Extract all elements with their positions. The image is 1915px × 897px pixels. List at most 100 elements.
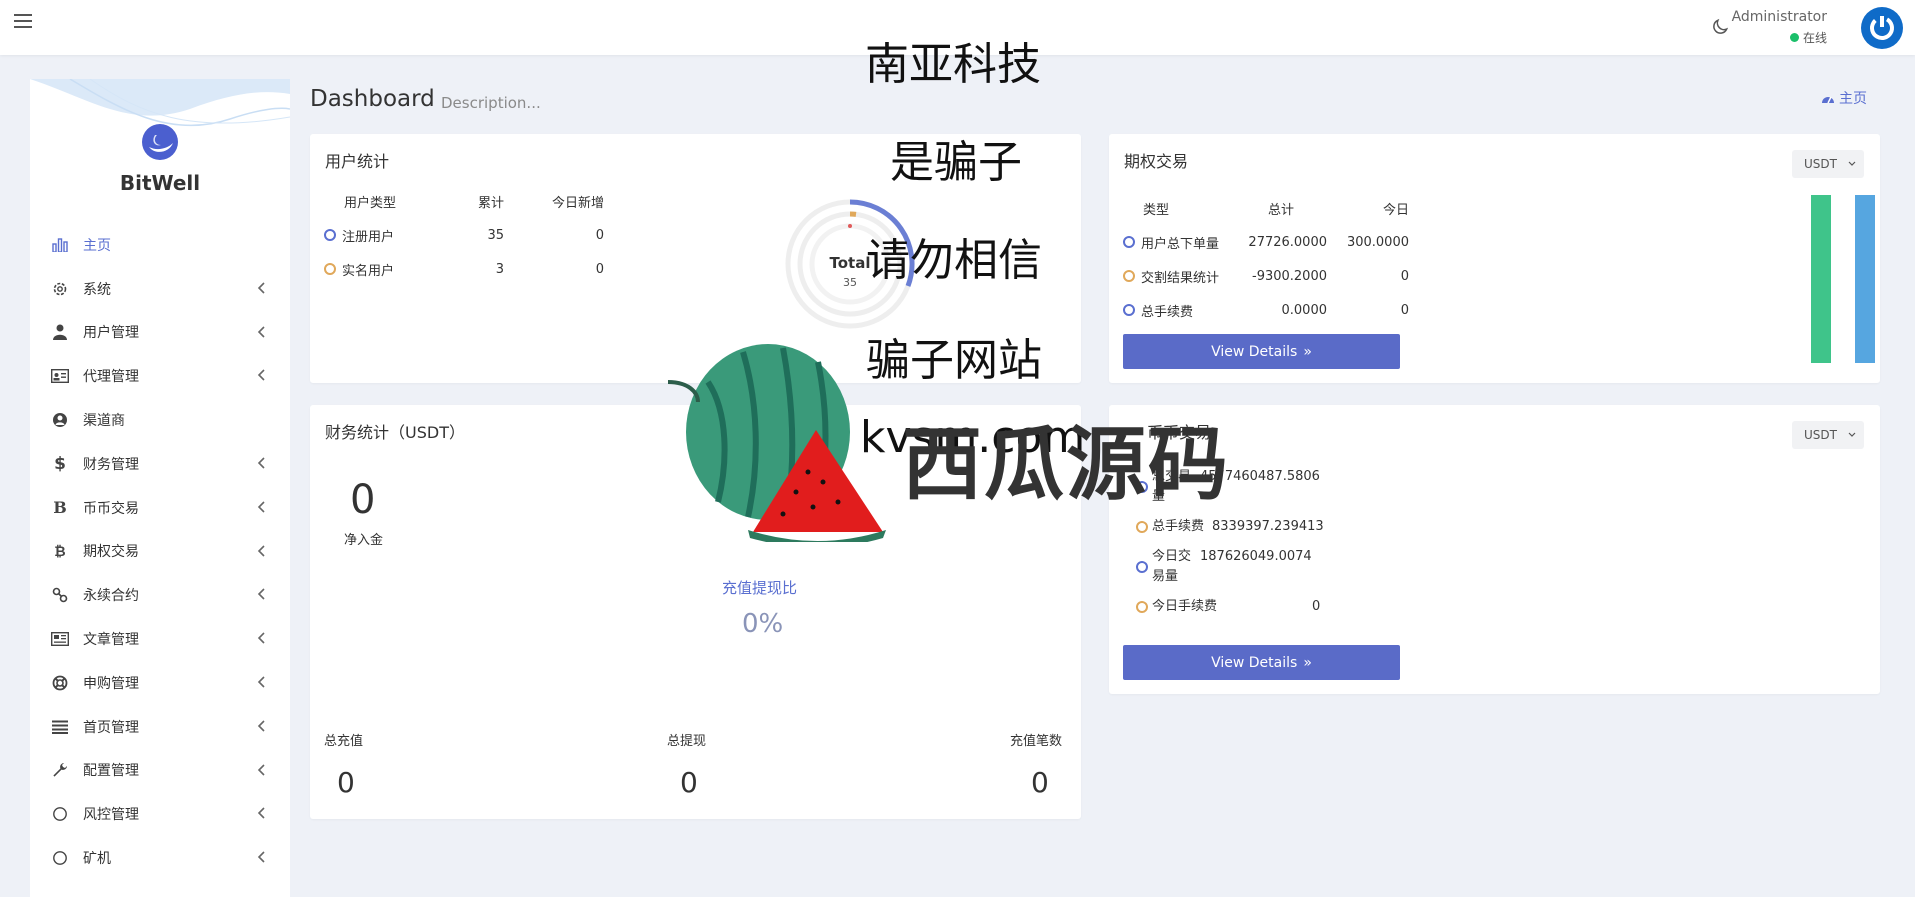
bitwell-logo — [142, 124, 178, 160]
menu-toggle-icon[interactable] — [14, 14, 32, 30]
deposit-count-label: 充值笔数 — [1010, 734, 1063, 749]
wrench-icon — [51, 761, 69, 779]
circle-icon — [51, 805, 69, 823]
sidebar-item[interactable]: 文章管理 — [30, 617, 290, 661]
column-header: 用户类型 — [344, 195, 397, 211]
sidebar-item-label: 申购管理 — [83, 675, 139, 692]
page-title: Dashboard — [310, 86, 435, 112]
net-deposit-label: 净入金 — [344, 533, 384, 548]
user-type: 注册用户 — [342, 229, 395, 245]
breadcrumb-home[interactable]: 主页 — [1821, 88, 1867, 108]
options-view-details-button[interactable]: View Details » — [1123, 334, 1400, 369]
double-chevron-right-icon: » — [1303, 343, 1312, 360]
sidebar-item-label: 用户管理 — [83, 325, 139, 342]
breadcrumb-home-label: 主页 — [1839, 91, 1867, 107]
sidebar-item-label: 风控管理 — [83, 807, 139, 824]
sidebar-item[interactable]: 系统 — [30, 267, 290, 311]
dashboard-icon — [1822, 96, 1834, 104]
total-value: 35 — [487, 227, 504, 243]
sidebar-item-label: 财务管理 — [83, 456, 139, 473]
admin-name[interactable]: Administrator — [1732, 9, 1827, 25]
sidebar-item-label: 文章管理 — [83, 632, 139, 649]
dark-mode-icon[interactable] — [1710, 17, 1730, 37]
user-type: 实名用户 — [342, 263, 395, 279]
chevron-left-icon — [257, 369, 265, 381]
online-dot-icon — [1789, 33, 1799, 42]
table-row: 注册用户 35 0 — [324, 218, 604, 252]
total-value: 3 — [495, 261, 504, 277]
table-header: 类型 总计 今日 — [1123, 191, 1409, 225]
table-row: 交割结果统计 -9300.2000 0 — [1123, 259, 1409, 293]
sidebar-item[interactable]: $ 财务管理 — [30, 442, 290, 486]
coin-view-details-button[interactable]: View Details » — [1123, 645, 1400, 680]
sidebar-item[interactable]: 用户管理 — [30, 311, 290, 355]
currency-select[interactable]: USDT — [1792, 421, 1864, 449]
avatar[interactable] — [1861, 7, 1903, 49]
sidebar-item[interactable]: 申购管理 — [30, 661, 290, 705]
options-bar-green — [1811, 195, 1831, 363]
currency-select-value: USDT — [1804, 428, 1837, 442]
sidebar-item[interactable]: 主页 — [30, 223, 290, 267]
option-type: 总手续费 — [1141, 304, 1194, 320]
user-stats-title: 用户统计 — [325, 152, 390, 171]
dollar-icon: $ — [54, 453, 66, 474]
watermark-line: 是骗子 — [890, 137, 1022, 188]
table-header: 用户类型 累计 今日新增 — [324, 184, 604, 218]
chevron-left-icon — [257, 457, 265, 469]
coin-stat-value: 8339397.239413 — [1212, 519, 1324, 534]
sidebar-item[interactable]: 配置管理 — [30, 749, 290, 793]
coin-stat-label: 今日手续费 — [1152, 599, 1218, 614]
chevron-left-icon — [257, 807, 265, 819]
double-chevron-right-icon: » — [1303, 654, 1312, 671]
chevron-left-icon — [257, 851, 265, 863]
table-row: 总手续费 0.0000 0 — [1123, 293, 1409, 327]
watermark-line: 南亚科技 — [865, 39, 1041, 90]
today-value: 0 — [1400, 302, 1409, 318]
currency-select[interactable]: USDT — [1792, 150, 1864, 178]
total-deposit-value: 0 — [337, 766, 355, 799]
chevron-left-icon — [257, 545, 265, 557]
brand-name: BitWell — [119, 171, 201, 195]
circle-icon — [51, 849, 69, 867]
online-status: 在线 — [1789, 29, 1827, 46]
chevron-left-icon — [257, 501, 265, 513]
total-value: 0.0000 — [1281, 302, 1328, 318]
donut-center-label: Total — [830, 254, 871, 272]
sidebar-item-label: 首页管理 — [83, 719, 139, 736]
today-value: 0 — [595, 227, 604, 243]
chevron-left-icon — [257, 676, 265, 688]
coin-stat-label: 总手续费 — [1152, 519, 1205, 534]
series-marker-icon — [324, 229, 336, 241]
sidebar-item-label: 期权交易 — [83, 544, 139, 561]
sidebar-item[interactable]: 渠道商 — [30, 398, 290, 442]
chevron-left-icon — [257, 720, 265, 732]
sidebar-item[interactable]: 矿机 — [30, 836, 290, 880]
total-value: -9300.2000 — [1252, 268, 1327, 284]
link-icon — [51, 586, 69, 604]
sidebar-item[interactable]: 永续合约 — [30, 573, 290, 617]
option-type: 用户总下单量 — [1141, 236, 1220, 252]
watermark-brand: 西瓜源码 — [902, 418, 1230, 511]
sidebar-item[interactable]: 首页管理 — [30, 705, 290, 749]
coin-stat-value: 187626049.0074 — [1200, 549, 1312, 564]
newspaper-icon — [51, 630, 69, 648]
sidebar-item-label: 永续合约 — [83, 588, 139, 605]
chevron-down-icon — [1848, 432, 1856, 437]
sidebar-item[interactable]: 风控管理 — [30, 792, 290, 836]
view-details-label: View Details — [1211, 343, 1298, 360]
chevron-left-icon — [257, 326, 265, 338]
power-icon — [1870, 16, 1894, 40]
sidebar-item[interactable]: ₿ 期权交易 — [30, 530, 290, 574]
series-marker-icon — [1123, 304, 1135, 316]
column-header: 类型 — [1143, 202, 1170, 218]
sidebar-item[interactable]: B 币币交易 — [30, 486, 290, 530]
bar-chart-icon — [51, 236, 69, 254]
sidebar-item[interactable]: 代理管理 — [30, 354, 290, 398]
currency-select-value: USDT — [1804, 157, 1837, 171]
series-marker-icon — [1136, 601, 1148, 613]
options-card: 期权交易 USDT 类型 总计 今日 用户总下单量 27726.0000 300… — [1109, 134, 1880, 383]
sidebar: BitWell 主页 系统用户管理代理管理 渠道商 $ 财务管理 B 币币交易 ₿ 期权交易永续… — [30, 79, 290, 897]
column-header: 今日 — [1382, 202, 1409, 218]
donut-center-value: 35 — [843, 276, 857, 289]
user-tie-icon — [51, 323, 69, 341]
